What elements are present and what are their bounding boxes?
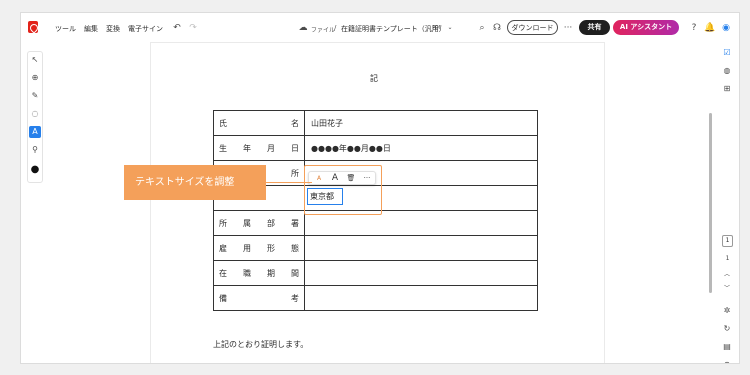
label-char: 態 xyxy=(291,243,299,253)
grid-icon[interactable]: ⊞ xyxy=(721,83,733,95)
label-char: 部 xyxy=(267,218,275,228)
row-label: 在職期間 xyxy=(213,260,305,286)
label-char: 所 xyxy=(291,168,299,178)
share-button[interactable]: 共有 xyxy=(579,20,610,35)
breadcrumb-separator: / xyxy=(334,24,337,32)
help-icon[interactable]: ? xyxy=(688,22,700,34)
more-menu-button[interactable]: ··· xyxy=(562,22,574,34)
page-number-input[interactable]: 1 xyxy=(722,235,733,247)
label-char: 間 xyxy=(291,268,299,278)
row-value[interactable]: 山田花子 xyxy=(304,110,538,136)
callout-label: テキストサイズを調整 xyxy=(124,165,266,200)
zoom-icon[interactable]: ⊕ xyxy=(29,72,41,84)
breadcrumb-files[interactable]: ファイル xyxy=(311,25,335,34)
undo-icon[interactable]: ↶ xyxy=(171,22,183,34)
menu-edit[interactable]: 編集 xyxy=(84,24,98,34)
table-row: 備考 xyxy=(213,285,538,311)
row-value[interactable] xyxy=(304,260,538,286)
chevron-down-icon[interactable]: ⌄ xyxy=(444,22,456,34)
scrollbar[interactable] xyxy=(709,113,712,293)
lasso-icon[interactable]: ◌ xyxy=(29,108,41,120)
row-value[interactable] xyxy=(304,285,538,311)
label-char: 属 xyxy=(243,218,251,228)
file-type: PDF xyxy=(432,25,442,31)
label-char: 氏 xyxy=(219,118,227,128)
label-char: 月 xyxy=(267,143,275,153)
row-value[interactable] xyxy=(304,235,538,261)
row-label: 雇用形態 xyxy=(213,235,305,261)
right-rail: ☑ ◍ ⊞ 1 1 ︿ ﹀ ✲ ↻ ▤ ⊕ xyxy=(713,43,739,363)
refresh-icon[interactable]: ↻ xyxy=(721,323,733,335)
color-swatch-icon[interactable]: ● xyxy=(29,164,41,176)
zoom-in-icon[interactable]: ⊕ xyxy=(721,359,733,363)
document-heading: 記 xyxy=(370,74,378,83)
pen-icon[interactable]: ✎ xyxy=(29,90,41,102)
cloud-icon: ☁ xyxy=(298,23,308,33)
row-label: 生年月日 xyxy=(213,135,305,161)
more-options-icon[interactable]: ··· xyxy=(361,173,373,184)
row-value[interactable]: ●●●●年●●月●●日 xyxy=(304,135,538,161)
cursor-icon[interactable]: ↖ xyxy=(29,54,41,66)
download-button[interactable]: ダウンロード xyxy=(507,20,558,35)
callout-connector xyxy=(266,182,312,183)
page-total: 1 xyxy=(725,255,730,262)
avatar[interactable]: ◉ xyxy=(720,22,732,34)
chevron-up-icon[interactable]: ︿ xyxy=(721,269,733,281)
label-char: 形 xyxy=(267,243,275,253)
app-window: ツール 編集 変換 電子サイン ↶ ↷ ☁ ファイル / 在籍証明書テンプレート… xyxy=(20,12,740,364)
trash-icon[interactable]: 🗑 xyxy=(345,173,357,184)
left-tool-panel: ↖ ⊕ ✎ ◌ A ⚲ ● xyxy=(27,51,43,183)
table-row: 氏名山田花子 xyxy=(213,110,538,136)
document-icon[interactable]: ▤ xyxy=(721,341,733,353)
redo-icon[interactable]: ↷ xyxy=(187,22,199,34)
file-name[interactable]: 在籍証明書テンプレート（汎用） xyxy=(341,24,446,34)
decrease-font-icon[interactable]: A xyxy=(313,173,325,184)
menu-tools[interactable]: ツール xyxy=(55,24,76,34)
label-char: 備 xyxy=(219,293,227,303)
chevron-down-icon[interactable]: ﹀ xyxy=(721,283,733,295)
label-char: 期 xyxy=(267,268,275,278)
label-char: 在 xyxy=(219,268,227,278)
label-char: 雇 xyxy=(219,243,227,253)
label-char: 署 xyxy=(291,218,299,228)
edit-panel-icon[interactable]: ☑ xyxy=(721,47,733,59)
row-label: 備考 xyxy=(213,285,305,311)
label-char: 生 xyxy=(219,143,227,153)
label-char: 年 xyxy=(243,143,251,153)
sparkle-icon[interactable]: ✲ xyxy=(721,305,733,317)
label-char: 所 xyxy=(219,218,227,228)
search-icon[interactable]: ⌕ xyxy=(476,22,488,34)
label-char: 名 xyxy=(291,118,299,128)
ai-assistant-button[interactable]: AI アシスタント xyxy=(613,20,679,35)
table-row: 生 年 月 日 ●●●●年●●月●●日 xyxy=(213,135,538,161)
label-char: 考 xyxy=(291,293,299,303)
address-text-box[interactable]: 東京都 xyxy=(307,188,343,205)
row-label: 所属部署 xyxy=(213,210,305,236)
menu-esign[interactable]: 電子サイン xyxy=(128,24,163,34)
text-tool-icon[interactable]: A xyxy=(29,126,41,138)
row-label: 氏名 xyxy=(213,110,305,136)
menu-convert[interactable]: 変換 xyxy=(106,24,120,34)
comment-icon[interactable]: ◍ xyxy=(721,65,733,77)
table-row: 在職期間 xyxy=(213,260,538,286)
stamp-icon[interactable]: ⚲ xyxy=(29,144,41,156)
label-char: 日 xyxy=(291,143,299,153)
increase-font-icon[interactable]: A xyxy=(329,173,341,184)
acrobat-logo-icon[interactable] xyxy=(28,21,38,33)
label-char: 用 xyxy=(243,243,251,253)
label-char: 職 xyxy=(243,268,251,278)
top-bar: ツール 編集 変換 電子サイン ↶ ↷ ☁ ファイル / 在籍証明書テンプレート… xyxy=(21,13,739,43)
bell-icon[interactable]: 🔔 xyxy=(704,22,716,34)
text-format-toolbar: A A 🗑 ··· xyxy=(308,171,376,185)
table-row: 雇用形態 xyxy=(213,235,538,261)
headset-icon[interactable]: ☊ xyxy=(491,22,503,34)
certification-text: 上記のとおり証明します。 xyxy=(213,340,309,349)
